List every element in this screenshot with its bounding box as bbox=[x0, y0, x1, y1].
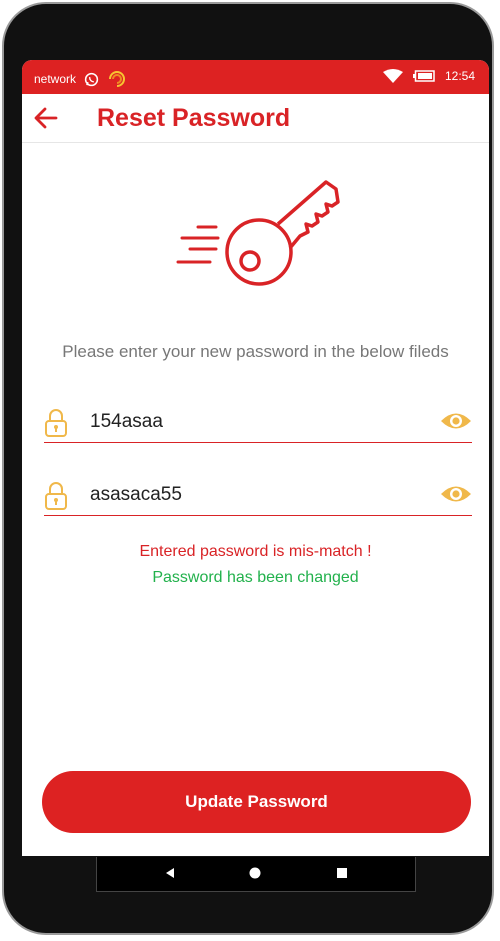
wifi-icon bbox=[382, 69, 403, 83]
lock-icon bbox=[45, 482, 67, 510]
instructions-text: Please enter your new password in the be… bbox=[62, 342, 449, 361]
screen: network 12:54 Reset Password Please ente… bbox=[22, 60, 489, 856]
arrow-left-icon[interactable] bbox=[32, 104, 60, 132]
sync-icon bbox=[109, 71, 126, 87]
recents-square-icon[interactable] bbox=[335, 866, 349, 880]
update-password-button[interactable]: Update Password bbox=[42, 771, 471, 833]
page-title: Reset Password bbox=[97, 104, 291, 132]
whatsapp-icon bbox=[84, 72, 99, 86]
error-message: Entered password is mis-match ! bbox=[139, 543, 372, 560]
new-password-input[interactable] bbox=[88, 406, 422, 438]
key-icon bbox=[176, 180, 340, 286]
nav-bar bbox=[96, 857, 416, 892]
eye-icon[interactable] bbox=[440, 410, 472, 432]
home-circle-icon[interactable] bbox=[248, 866, 262, 880]
phone-frame: network 12:54 Reset Password Please ente… bbox=[2, 2, 494, 935]
success-message: Password has been changed bbox=[152, 569, 359, 586]
network-label: network bbox=[34, 72, 77, 86]
confirm-password-field bbox=[44, 473, 472, 516]
status-time: 12:54 bbox=[444, 69, 475, 83]
status-bar: network 12:54 bbox=[22, 60, 489, 94]
app-bar: Reset Password bbox=[22, 94, 489, 143]
battery-icon bbox=[412, 70, 435, 82]
eye-icon[interactable] bbox=[440, 483, 472, 505]
new-password-field bbox=[44, 400, 472, 443]
confirm-password-input[interactable] bbox=[88, 479, 422, 511]
lock-icon bbox=[45, 409, 67, 437]
back-triangle-icon[interactable] bbox=[163, 866, 177, 880]
